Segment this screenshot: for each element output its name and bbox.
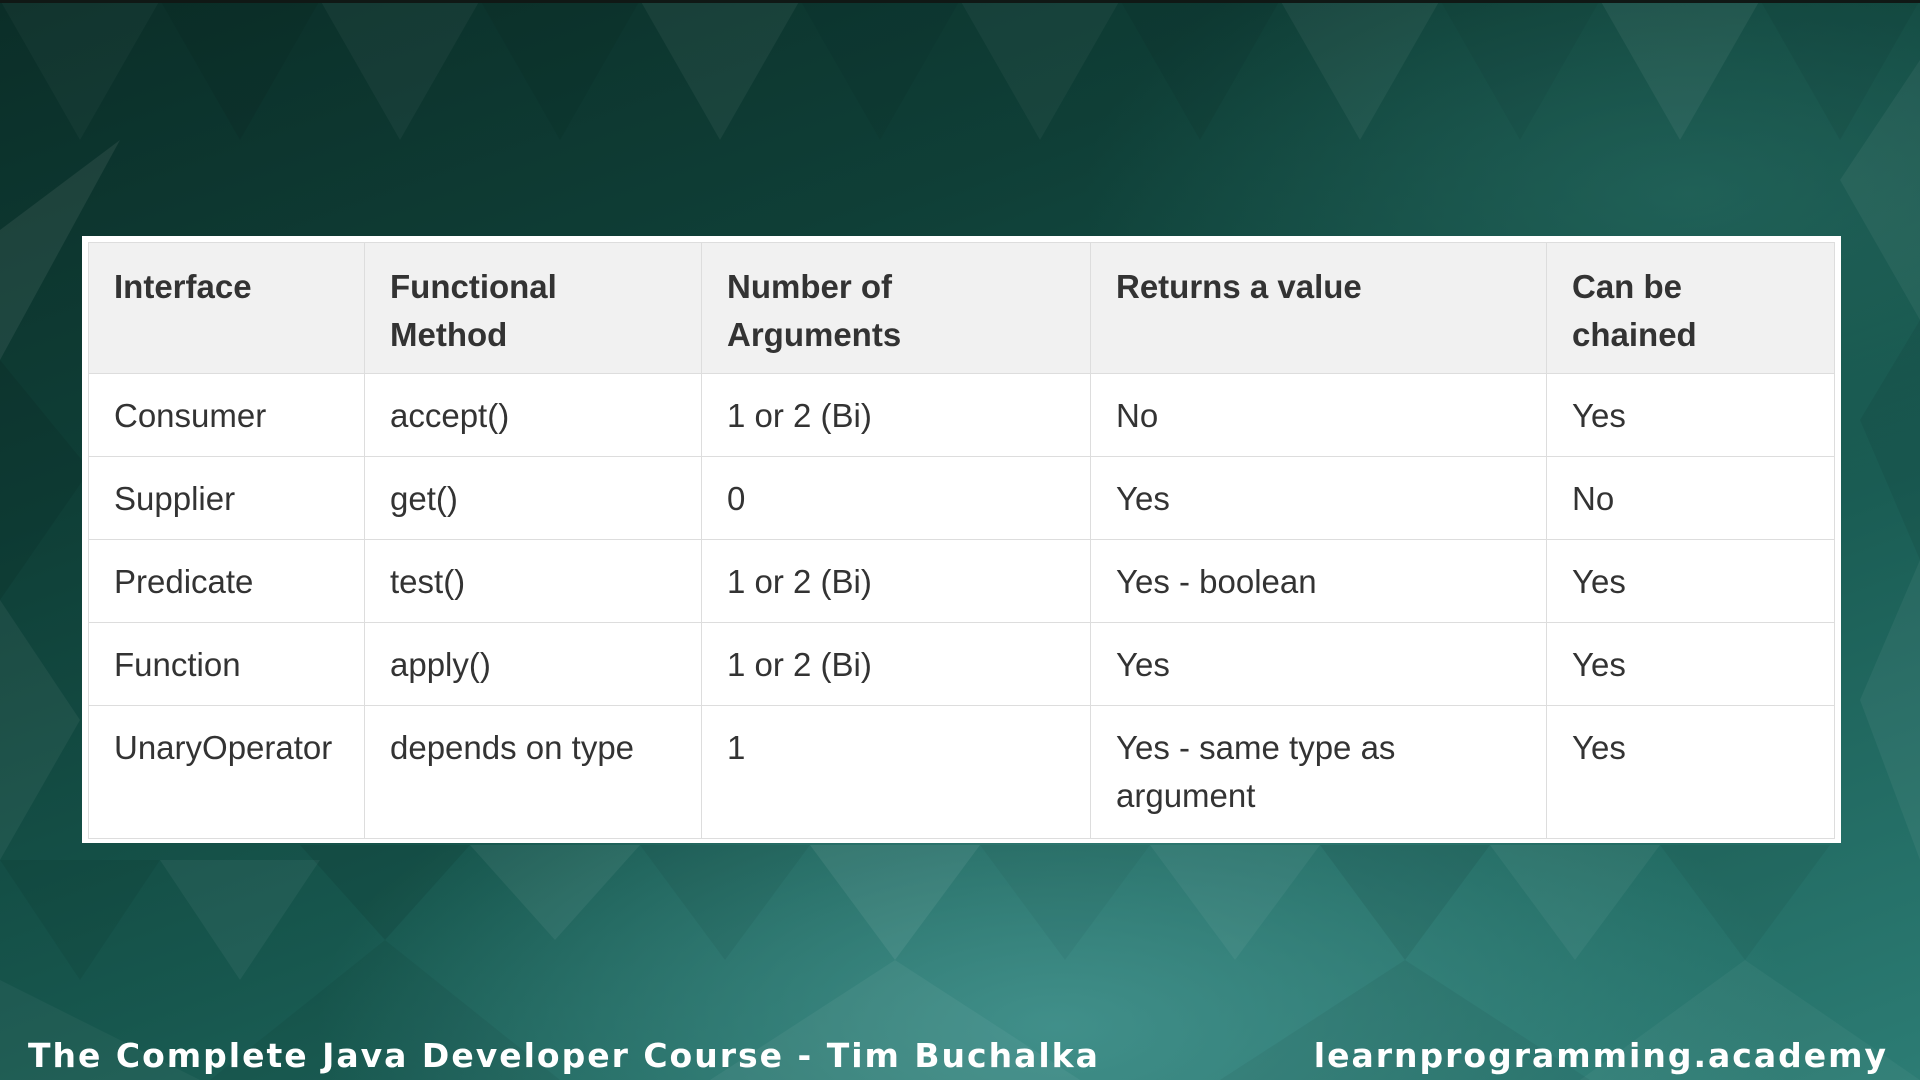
cell-functional-method: apply() bbox=[364, 622, 702, 706]
cell-can-be-chained: Yes bbox=[1546, 705, 1835, 839]
cell-interface: Supplier bbox=[88, 456, 365, 540]
header-returns-a-value: Returns a value bbox=[1090, 242, 1547, 374]
cell-interface: UnaryOperator bbox=[88, 705, 365, 839]
header-number-of-arguments: Number of Arguments bbox=[701, 242, 1091, 374]
top-border bbox=[0, 0, 1920, 3]
table-row: Supplier get() 0 Yes No bbox=[88, 456, 1835, 540]
cell-number-of-arguments: 1 bbox=[701, 705, 1091, 839]
cell-number-of-arguments: 1 or 2 (Bi) bbox=[701, 622, 1091, 706]
header-functional-method: Functional Method bbox=[364, 242, 702, 374]
cell-can-be-chained: Yes bbox=[1546, 539, 1835, 623]
cell-interface: Consumer bbox=[88, 373, 365, 457]
website-label: learnprogramming.academy bbox=[1313, 1036, 1888, 1075]
functional-interfaces-table: Interface Functional Method Number of Ar… bbox=[88, 242, 1835, 839]
header-interface: Interface bbox=[88, 242, 365, 374]
course-title: The Complete Java Developer Course - Tim… bbox=[28, 1036, 1100, 1075]
cell-can-be-chained: Yes bbox=[1546, 373, 1835, 457]
cell-interface: Function bbox=[88, 622, 365, 706]
table-row: Function apply() 1 or 2 (Bi) Yes Yes bbox=[88, 622, 1835, 706]
cell-number-of-arguments: 0 bbox=[701, 456, 1091, 540]
cell-can-be-chained: Yes bbox=[1546, 622, 1835, 706]
cell-interface: Predicate bbox=[88, 539, 365, 623]
cell-can-be-chained: No bbox=[1546, 456, 1835, 540]
cell-returns-a-value: Yes - boolean bbox=[1090, 539, 1547, 623]
header-row: Interface Functional Method Number of Ar… bbox=[88, 242, 1835, 374]
cell-functional-method: test() bbox=[364, 539, 702, 623]
cell-number-of-arguments: 1 or 2 (Bi) bbox=[701, 373, 1091, 457]
cell-returns-a-value: Yes bbox=[1090, 456, 1547, 540]
cell-functional-method: get() bbox=[364, 456, 702, 540]
cell-returns-a-value: Yes bbox=[1090, 622, 1547, 706]
table-row: Predicate test() 1 or 2 (Bi) Yes - boole… bbox=[88, 539, 1835, 623]
table-row: UnaryOperator depends on type 1 Yes - sa… bbox=[88, 705, 1835, 839]
cell-returns-a-value: No bbox=[1090, 373, 1547, 457]
table-card: Interface Functional Method Number of Ar… bbox=[82, 236, 1841, 843]
cell-functional-method: depends on type bbox=[364, 705, 702, 839]
cell-returns-a-value: Yes - same type as argument bbox=[1090, 705, 1547, 839]
header-can-be-chained: Can be chained bbox=[1546, 242, 1835, 374]
table-row: Consumer accept() 1 or 2 (Bi) No Yes bbox=[88, 373, 1835, 457]
cell-functional-method: accept() bbox=[364, 373, 702, 457]
cell-number-of-arguments: 1 or 2 (Bi) bbox=[701, 539, 1091, 623]
